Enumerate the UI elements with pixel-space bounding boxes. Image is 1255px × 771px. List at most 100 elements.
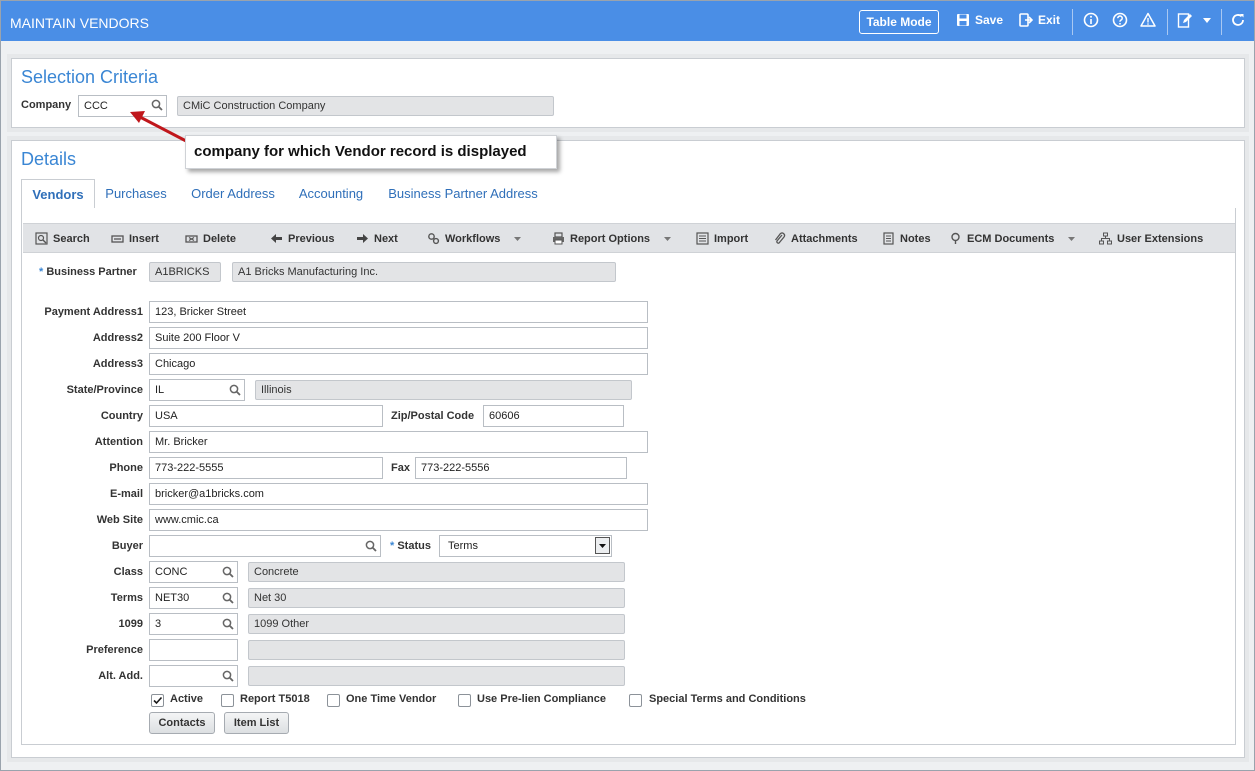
annotation-callout: company for which Vendor record is displ… <box>185 135 557 169</box>
search-icon[interactable] <box>222 566 234 578</box>
table-mode-button[interactable]: Table Mode <box>859 10 939 34</box>
tab-order-address[interactable]: Order Address <box>184 179 282 209</box>
phone-input[interactable]: 773-222-5555 <box>149 457 383 479</box>
tab-purchases[interactable]: Purchases <box>97 179 175 209</box>
active-checkbox[interactable] <box>151 694 164 707</box>
fax-input[interactable]: 773-222-5556 <box>415 457 627 479</box>
import-label: Import <box>714 232 749 245</box>
alt-add-name <box>248 666 625 686</box>
tab-business-partner-address[interactable]: Business Partner Address <box>381 179 545 209</box>
company-name-field: CMiC Construction Company <box>177 96 554 116</box>
zip-input[interactable]: 60606 <box>483 405 624 427</box>
item-list-button[interactable]: Item List <box>224 712 289 734</box>
app-window: MAINTAIN VENDORS Table Mode Save Exit Se… <box>0 0 1255 771</box>
floppy-disk-icon <box>957 14 969 26</box>
notes-button[interactable]: Notes <box>882 232 931 245</box>
attention-input[interactable]: Mr. Bricker <box>149 431 648 453</box>
one-time-vendor-checkbox[interactable] <box>327 694 340 707</box>
state-province-label: State/Province <box>66 384 143 396</box>
import-button[interactable]: Import <box>696 232 748 245</box>
t1099-name: 1099 Other <box>248 614 625 634</box>
report-t5018-label: Report T5018 <box>240 693 310 705</box>
chevron-down-icon <box>664 237 672 241</box>
tab-vendors[interactable]: Vendors <box>21 179 95 209</box>
preference-input[interactable] <box>149 639 238 661</box>
country-label: Country <box>100 410 143 422</box>
toolbar-divider <box>1167 9 1168 35</box>
status-select[interactable]: Terms <box>439 535 612 557</box>
report-options-label: Report Options <box>570 232 651 245</box>
delete-label: Delete <box>203 232 237 245</box>
attachments-label: Attachments <box>791 232 858 245</box>
pre-lien-compliance-label: Use Pre-lien Compliance <box>477 693 606 705</box>
website-input[interactable]: www.cmic.ca <box>149 509 648 531</box>
search-icon[interactable] <box>229 384 241 396</box>
company-label: Company <box>21 99 72 111</box>
page-title: MAINTAIN VENDORS <box>10 15 149 31</box>
ecm-documents-button[interactable]: ECM Documents <box>949 232 1076 245</box>
workflows-button[interactable]: Workflows <box>427 232 522 245</box>
special-terms-checkbox[interactable] <box>629 694 642 707</box>
buyer-label: Buyer <box>111 540 143 552</box>
printer-icon <box>553 232 564 245</box>
ecm-documents-label: ECM Documents <box>967 232 1055 245</box>
title-bar: MAINTAIN VENDORS Table Mode Save Exit <box>1 1 1254 41</box>
checkmark-icon <box>153 696 163 705</box>
save-button[interactable]: Save <box>956 13 1003 27</box>
website-label: Web Site <box>96 514 143 526</box>
class-label: Class <box>113 566 143 578</box>
tab-accounting[interactable]: Accounting <box>291 179 371 209</box>
exit-label: Exit <box>1038 13 1061 27</box>
insert-button[interactable]: Insert <box>111 232 159 245</box>
search-icon[interactable] <box>365 540 377 552</box>
phone-label: Phone <box>109 462 143 474</box>
buyer-input[interactable] <box>149 535 381 557</box>
payment-address1-input[interactable]: 123, Bricker Street <box>149 301 648 323</box>
chevron-down-icon[interactable] <box>1201 12 1213 28</box>
business-partner-label: * Business Partner <box>39 266 137 278</box>
record-toolbar: Search Insert Delete Previous Next Workf… <box>23 223 1235 253</box>
active-label: Active <box>170 693 204 705</box>
details-title: Details <box>21 149 77 169</box>
delete-button[interactable]: Delete <box>185 232 236 245</box>
paperclip-icon <box>774 232 786 244</box>
user-extensions-label: User Extensions <box>1117 232 1204 245</box>
alt-add-label: Alt. Add. <box>98 670 143 682</box>
exit-button[interactable]: Exit <box>1019 13 1060 27</box>
contacts-button[interactable]: Contacts <box>149 712 215 734</box>
pre-lien-compliance-checkbox[interactable] <box>458 694 471 707</box>
exit-icon <box>1019 13 1033 27</box>
help-icon[interactable] <box>1112 12 1128 28</box>
refresh-icon[interactable] <box>1230 12 1246 28</box>
selection-criteria-panel <box>11 58 1245 128</box>
import-icon <box>696 232 709 245</box>
country-input[interactable]: USA <box>149 405 383 427</box>
state-province-name: Illinois <box>255 380 632 400</box>
chevron-down-icon <box>514 237 522 241</box>
special-terms-label: Special Terms and Conditions <box>649 693 806 705</box>
report-t5018-checkbox[interactable] <box>221 694 234 707</box>
email-input[interactable]: bricker@a1bricks.com <box>149 483 648 505</box>
edit-icon[interactable] <box>1177 12 1193 28</box>
address3-label: Address3 <box>92 358 143 370</box>
t1099-label: 1099 <box>118 618 143 630</box>
status-dropdown-button[interactable] <box>595 537 610 554</box>
status-label-text: Status <box>397 540 431 552</box>
search-button[interactable]: Search <box>35 232 90 245</box>
search-icon[interactable] <box>222 670 234 682</box>
report-options-button[interactable]: Report Options <box>552 232 672 245</box>
user-extensions-button[interactable]: User Extensions <box>1099 232 1203 245</box>
insert-icon <box>111 235 124 243</box>
save-label: Save <box>975 13 1004 27</box>
warning-icon[interactable] <box>1140 12 1156 28</box>
attachments-button[interactable]: Attachments <box>773 232 858 245</box>
payment-address1-label: Payment Address1 <box>44 306 143 318</box>
address2-input[interactable]: Suite 200 Floor V <box>149 327 648 349</box>
search-icon[interactable] <box>222 618 234 630</box>
terms-name: Net 30 <box>248 588 625 608</box>
info-icon[interactable] <box>1083 12 1099 28</box>
previous-button[interactable]: Previous <box>270 232 334 245</box>
search-icon[interactable] <box>222 592 234 604</box>
address3-input[interactable]: Chicago <box>149 353 648 375</box>
next-button[interactable]: Next <box>356 232 398 245</box>
